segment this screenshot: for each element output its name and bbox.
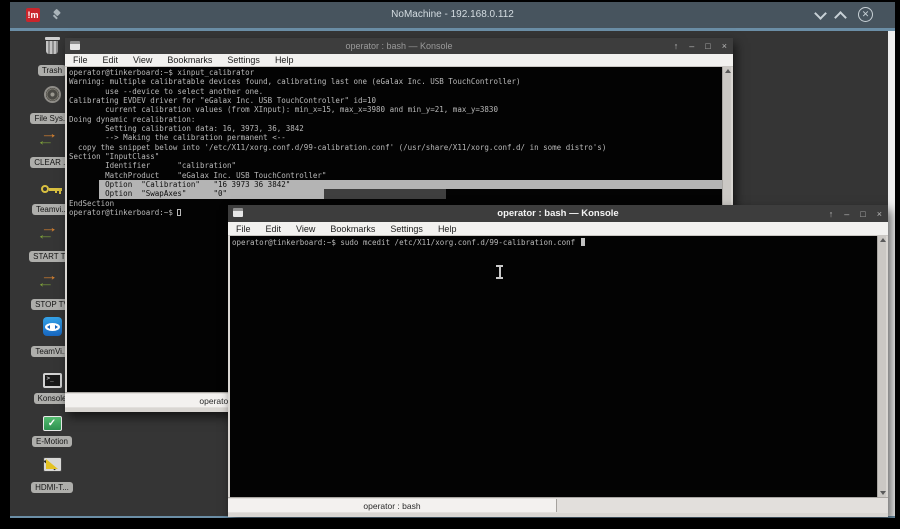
terminal-line: Identifier "calibration" bbox=[69, 161, 722, 170]
desktop-icon-hdmi-tester[interactable]: HDMI-T... bbox=[16, 457, 88, 495]
keep-above-button[interactable]: ↑ bbox=[829, 209, 834, 219]
window2-titlebar[interactable]: operator : bash — Konsole ↑ – □ × bbox=[228, 205, 888, 222]
hdmi-tester-icon bbox=[43, 457, 62, 472]
terminal-prompt-line: operator@tinkerboard:~$ sudo mcedit /etc… bbox=[232, 238, 877, 247]
terminal-line: Warning: multiple calibratable devices f… bbox=[69, 77, 722, 86]
menu-settings[interactable]: Settings bbox=[390, 224, 423, 234]
scroll-up-icon[interactable] bbox=[880, 238, 886, 242]
close-button[interactable]: × bbox=[722, 41, 727, 51]
window1-title: operator : bash — Konsole bbox=[65, 41, 733, 51]
menu-settings[interactable]: Settings bbox=[227, 55, 260, 65]
session-title: NoMachine - 192.168.0.112 bbox=[10, 2, 895, 28]
window2-scrollbar[interactable] bbox=[877, 236, 886, 497]
terminal-line: copy the snippet below into '/etc/X11/xo… bbox=[69, 143, 722, 152]
terminal-line: use --device to select another one. bbox=[69, 87, 722, 96]
maximize-button[interactable]: □ bbox=[860, 209, 865, 219]
konsole-icon: >_ bbox=[43, 373, 62, 388]
terminal-line: operator@tinkerboard:~$ xinput_calibrato… bbox=[69, 68, 722, 77]
icon-label: E-Motion bbox=[32, 436, 72, 447]
icon-label: HDMI-T... bbox=[31, 482, 73, 493]
terminal-line: Calibrating EVDEV driver for "eGalax Inc… bbox=[69, 96, 722, 105]
transfer-arrows-icon: →← bbox=[40, 129, 64, 147]
scroll-down-icon[interactable] bbox=[880, 491, 886, 495]
terminal-line-selected: Option "SwapAxes" "0" bbox=[69, 189, 722, 198]
window1-menubar: File Edit View Bookmarks Settings Help bbox=[65, 54, 733, 67]
menu-view[interactable]: View bbox=[133, 55, 152, 65]
terminal-cursor-inactive bbox=[177, 209, 181, 216]
konsole-mini-icon bbox=[70, 41, 80, 50]
menu-help[interactable]: Help bbox=[275, 55, 294, 65]
teamviewer-icon bbox=[43, 317, 62, 336]
nomachine-titlebar[interactable]: !m NoMachine - 192.168.0.112 ✕ bbox=[10, 2, 895, 28]
window2-terminal-area[interactable]: operator@tinkerboard:~$ sudo mcedit /etc… bbox=[228, 236, 888, 497]
menu-file[interactable]: File bbox=[236, 224, 251, 234]
trash-icon bbox=[45, 37, 60, 55]
filesystem-icon bbox=[44, 86, 61, 103]
close-button[interactable]: × bbox=[877, 209, 882, 219]
terminal-line: Doing dynamic recalibration: bbox=[69, 115, 722, 124]
key-icon bbox=[41, 184, 63, 194]
minimize-button[interactable]: – bbox=[844, 209, 849, 219]
terminal-line: Setting calibration data: 16, 3973, 36, … bbox=[69, 124, 722, 133]
close-circle-icon[interactable]: ✕ bbox=[858, 7, 873, 22]
window1-titlebar[interactable]: operator : bash — Konsole ↑ – □ × bbox=[65, 38, 733, 54]
menu-bookmarks[interactable]: Bookmarks bbox=[330, 224, 375, 234]
menu-edit[interactable]: Edit bbox=[266, 224, 282, 234]
menu-bookmarks[interactable]: Bookmarks bbox=[167, 55, 212, 65]
konsole-mini-icon bbox=[233, 208, 243, 217]
desktop-icon-emotion[interactable]: ✓ E-Motion bbox=[16, 413, 88, 449]
window2-title: operator : bash — Konsole bbox=[228, 208, 888, 219]
emotion-check-icon: ✓ bbox=[43, 416, 62, 431]
menu-view[interactable]: View bbox=[296, 224, 315, 234]
maximize-button[interactable]: □ bbox=[705, 41, 710, 51]
menu-file[interactable]: File bbox=[73, 55, 88, 65]
window2-tab[interactable]: operator : bash bbox=[228, 499, 557, 512]
terminal-output[interactable]: operator@tinkerboard:~$ sudo mcedit /etc… bbox=[230, 236, 877, 497]
terminal-line: --> Making the calibration permanent <-- bbox=[69, 133, 722, 142]
transfer-arrows-icon: →← bbox=[40, 223, 64, 241]
icon-label: Trash bbox=[38, 65, 66, 76]
scroll-up-icon[interactable] bbox=[725, 69, 731, 73]
background-window-edge bbox=[888, 31, 895, 516]
terminal-cursor-active bbox=[581, 238, 586, 246]
transfer-arrows-icon: →← bbox=[40, 271, 64, 289]
menu-help[interactable]: Help bbox=[438, 224, 457, 234]
terminal-line: MatchProduct "eGalax Inc. USB TouchContr… bbox=[69, 171, 722, 180]
minimize-button[interactable]: – bbox=[689, 41, 694, 51]
menu-edit[interactable]: Edit bbox=[103, 55, 119, 65]
window2-tabbar: operator : bash bbox=[228, 497, 888, 513]
text-cursor-pointer-icon bbox=[495, 265, 504, 279]
terminal-line: current calibration values (from XInput)… bbox=[69, 105, 722, 114]
window2-menubar: File Edit View Bookmarks Settings Help bbox=[228, 222, 888, 236]
keep-above-button[interactable]: ↑ bbox=[674, 41, 679, 51]
konsole-window-front[interactable]: operator : bash — Konsole ↑ – □ × File E… bbox=[228, 205, 888, 517]
